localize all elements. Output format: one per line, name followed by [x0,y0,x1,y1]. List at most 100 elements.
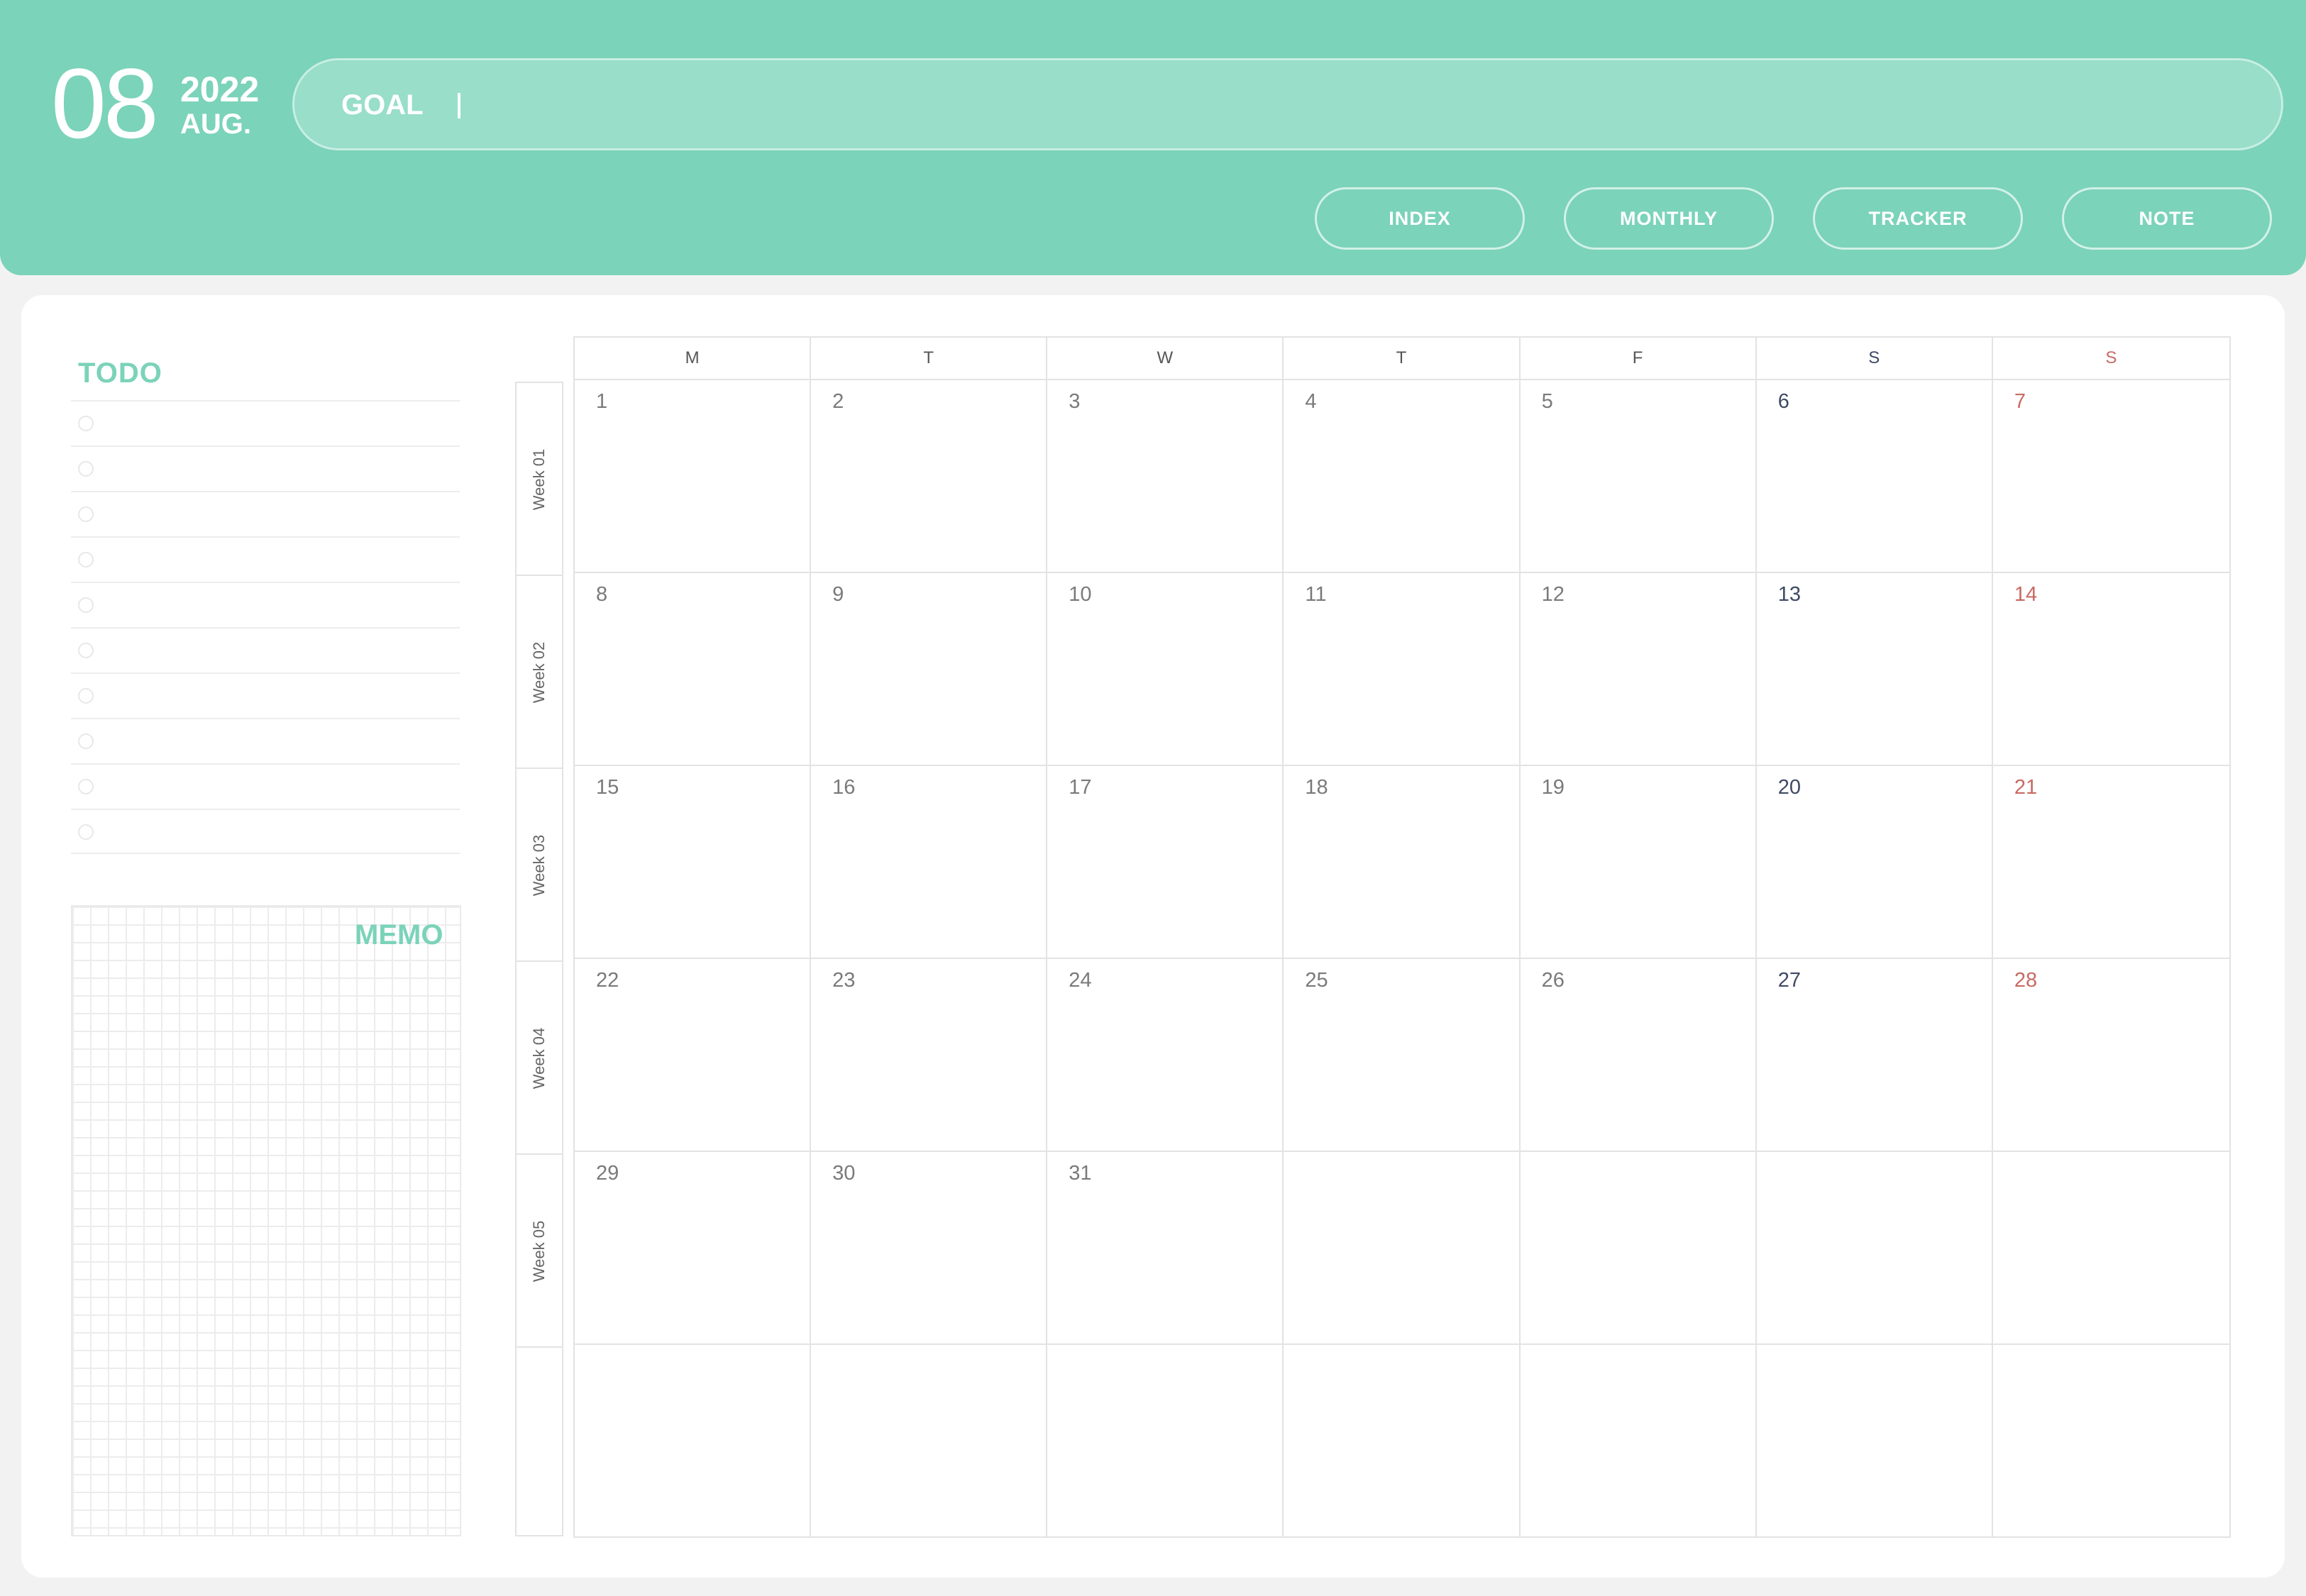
day-cell[interactable] [1520,1152,1757,1345]
weekday-header: W [1047,338,1284,379]
calendar-grid: 1 2 3 4 5 6 7 8 9 10 11 12 13 14 15 16 17 18 19 20 21 22 23 24 2… [573,380,2231,1538]
day-cell[interactable]: 9 [811,573,1048,766]
todo-item[interactable] [71,400,460,445]
day-cell[interactable]: 7 [1992,380,2229,573]
week-label: Week 04 [530,1027,548,1090]
day-cell[interactable]: 16 [811,766,1048,959]
todo-checkbox[interactable] [78,824,94,840]
monthly-button[interactable]: MONTHLY [1564,187,1774,250]
memo-grid[interactable] [71,905,461,1536]
todo-item[interactable] [71,809,460,854]
day-cell[interactable] [1992,1152,2229,1345]
day-number: 29 [596,1162,619,1185]
day-cell[interactable] [811,1345,1048,1538]
day-cell[interactable]: 29 [575,1152,812,1345]
day-number: 11 [1305,583,1327,606]
week-cell: Week 02 [517,576,562,769]
day-number: 6 [1777,390,1789,413]
day-number: 14 [2014,583,2038,606]
todo-checkbox[interactable] [78,552,94,567]
todo-item[interactable] [71,718,460,763]
todo-item[interactable] [71,672,460,718]
day-cell[interactable]: 23 [811,959,1048,1152]
memo-title: MEMO [355,919,443,951]
todo-checkbox[interactable] [78,416,94,431]
day-cell[interactable]: 25 [1284,959,1521,1152]
day-number: 17 [1069,776,1092,799]
day-number: 5 [1541,390,1553,413]
todo-checkbox[interactable] [78,461,94,477]
day-number: 31 [1069,1162,1092,1185]
date-day: 08 [51,48,159,159]
day-cell[interactable] [1284,1152,1521,1345]
todo-checkbox[interactable] [78,506,94,522]
day-cell[interactable] [1047,1345,1284,1538]
day-cell[interactable]: 21 [1992,766,2229,959]
day-cell[interactable]: 17 [1047,766,1284,959]
day-cell[interactable]: 20 [1756,766,1993,959]
day-cell[interactable]: 27 [1756,959,1993,1152]
week-cell [517,1348,562,1541]
weekday-header-row: MTWTFSS [573,336,2231,380]
goal-input[interactable] [449,82,2226,130]
day-cell[interactable]: 13 [1756,573,1993,766]
day-cell[interactable]: 22 [575,959,812,1152]
todo-checkbox[interactable] [78,597,94,613]
day-cell[interactable]: 2 [811,380,1048,573]
todo-item[interactable] [71,536,460,582]
date-month: AUG. [180,109,251,140]
day-number: 18 [1305,776,1328,799]
day-cell[interactable]: 1 [575,380,812,573]
day-cell[interactable]: 6 [1756,380,1993,573]
todo-item[interactable] [71,627,460,672]
day-cell[interactable] [1993,1345,2229,1538]
day-cell[interactable]: 30 [811,1152,1048,1345]
todo-item[interactable] [71,445,460,491]
day-number: 25 [1305,969,1328,992]
day-cell[interactable]: 31 [1047,1152,1284,1345]
day-cell[interactable] [1757,1345,1993,1538]
todo-checkbox[interactable] [78,779,94,794]
day-cell[interactable]: 8 [575,573,812,766]
week-label: Week 02 [530,641,548,704]
weekday-header: T [811,338,1048,379]
week-label: Week 05 [530,1220,548,1282]
day-cell[interactable]: 11 [1284,573,1521,766]
day-number: 8 [596,583,608,606]
todo-checkbox[interactable] [78,688,94,704]
tracker-button[interactable]: TRACKER [1813,187,2023,250]
goal-bar[interactable]: GOAL [292,58,2283,150]
day-cell[interactable]: 15 [575,766,812,959]
note-button[interactable]: NOTE [2062,187,2272,250]
day-cell[interactable] [575,1345,812,1538]
day-number: 4 [1305,390,1317,413]
day-cell[interactable]: 5 [1520,380,1757,573]
day-number: 27 [1777,969,1801,992]
day-cell[interactable]: 12 [1520,573,1757,766]
day-cell[interactable] [1756,1152,1993,1345]
week-cell: Week 05 [517,1155,562,1348]
day-cell[interactable]: 3 [1047,380,1284,573]
todo-item[interactable] [71,582,460,627]
day-number: 15 [596,776,619,799]
day-cell[interactable]: 24 [1047,959,1284,1152]
day-cell[interactable]: 10 [1047,573,1284,766]
weekday-header: S [1757,338,1993,379]
todo-item[interactable] [71,491,460,536]
day-cell[interactable]: 18 [1284,766,1521,959]
todo-item[interactable] [71,763,460,809]
index-button[interactable]: INDEX [1315,187,1525,250]
day-cell[interactable]: 28 [1992,959,2229,1152]
todo-checkbox[interactable] [78,643,94,658]
day-number: 24 [1069,969,1092,992]
day-cell[interactable]: 26 [1520,959,1757,1152]
day-cell[interactable]: 19 [1520,766,1757,959]
day-cell[interactable] [1521,1345,1757,1538]
weekday-header: T [1284,338,1521,379]
day-cell[interactable]: 14 [1992,573,2229,766]
week-cell: Week 01 [517,383,562,576]
day-cell[interactable] [1284,1345,1521,1538]
day-cell[interactable]: 4 [1284,380,1521,573]
weekday-header: M [575,338,812,379]
todo-checkbox[interactable] [78,733,94,749]
